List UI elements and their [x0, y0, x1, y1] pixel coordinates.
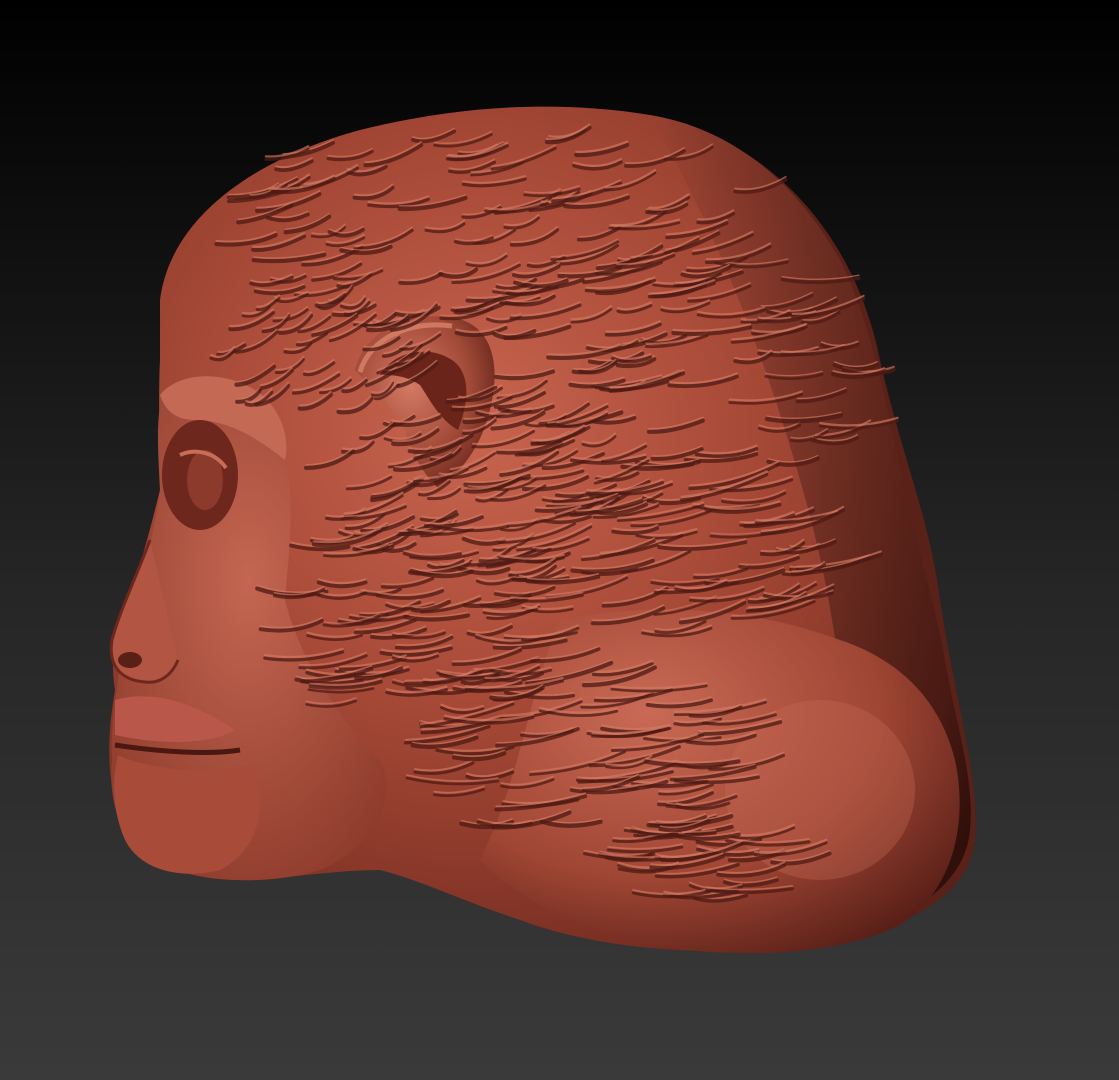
3d-viewport[interactable]	[0, 0, 1119, 1080]
nostril	[118, 652, 142, 668]
sculpt-render	[0, 0, 1119, 1080]
